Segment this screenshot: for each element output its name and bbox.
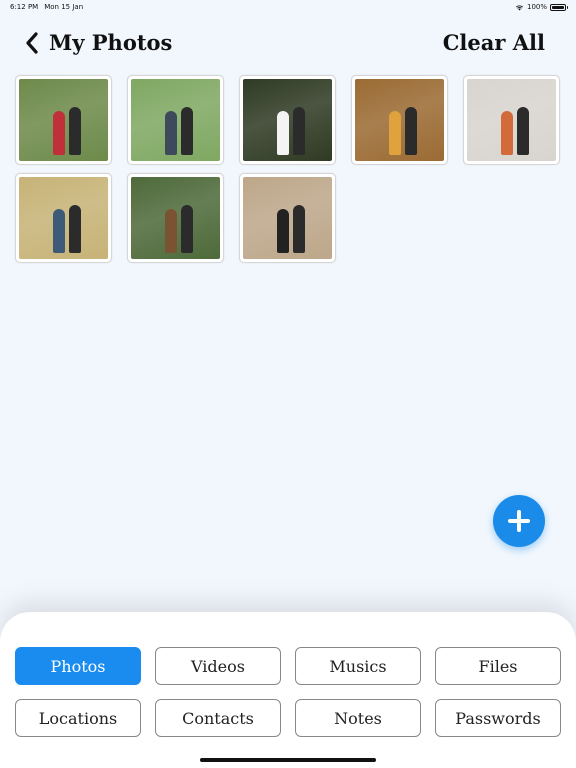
photo-thumbnail[interactable] [15,75,112,165]
photo-thumbnail[interactable] [463,75,560,165]
photo-thumbnail[interactable] [15,173,112,263]
tab-photos[interactable]: Photos [15,647,141,685]
header: My Photos Clear All [0,28,576,60]
photo-subject [389,111,401,155]
photo-subject [69,107,81,155]
status-bar: 6:12 PM Mon 15 Jan 100% [0,0,576,14]
back-button[interactable] [20,30,44,56]
page-title: My Photos [49,30,173,55]
battery-percent: 100% [526,3,547,11]
tab-musics[interactable]: Musics [295,647,421,685]
tab-locations[interactable]: Locations [15,699,141,737]
tab-passwords[interactable]: Passwords [435,699,561,737]
photo-subject [277,111,289,155]
plus-icon [508,510,530,532]
photo-thumbnail[interactable] [239,75,336,165]
photo-image [467,79,556,161]
photo-grid [15,75,565,263]
photo-subject [501,111,513,155]
wifi-icon [515,4,524,10]
photo-thumbnail[interactable] [127,75,224,165]
photo-subject [517,107,529,155]
photo-subject [165,111,177,155]
photo-image [131,177,220,259]
photo-subject [181,205,193,253]
tab-files[interactable]: Files [435,647,561,685]
photo-subject [53,209,65,253]
photo-image [243,79,332,161]
clear-all-button[interactable]: Clear All [443,30,545,55]
photo-subject [293,205,305,253]
photo-subject [165,209,177,253]
photo-subject [277,209,289,253]
photo-subject [405,107,417,155]
photo-subject [181,107,193,155]
photo-thumbnail[interactable] [351,75,448,165]
status-indicators: 100% [515,3,568,11]
photo-image [19,177,108,259]
status-time: 6:12 PM [10,3,39,11]
chevron-left-icon [26,32,38,54]
add-button[interactable] [493,495,545,547]
photo-thumbnail[interactable] [127,173,224,263]
photo-image [19,79,108,161]
photo-subject [53,111,65,155]
battery-icon [550,3,568,11]
status-date: Mon 15 Jan [44,3,84,11]
photo-thumbnail[interactable] [239,173,336,263]
photo-subject [69,205,81,253]
category-panel: Photos Videos Musics Files Locations Contacts… [0,612,576,768]
photo-subject [293,107,305,155]
home-indicator [200,758,376,762]
tab-contacts[interactable]: Contacts [155,699,281,737]
photo-image [131,79,220,161]
photo-image [355,79,444,161]
tab-notes[interactable]: Notes [295,699,421,737]
photo-image [243,177,332,259]
tab-videos[interactable]: Videos [155,647,281,685]
